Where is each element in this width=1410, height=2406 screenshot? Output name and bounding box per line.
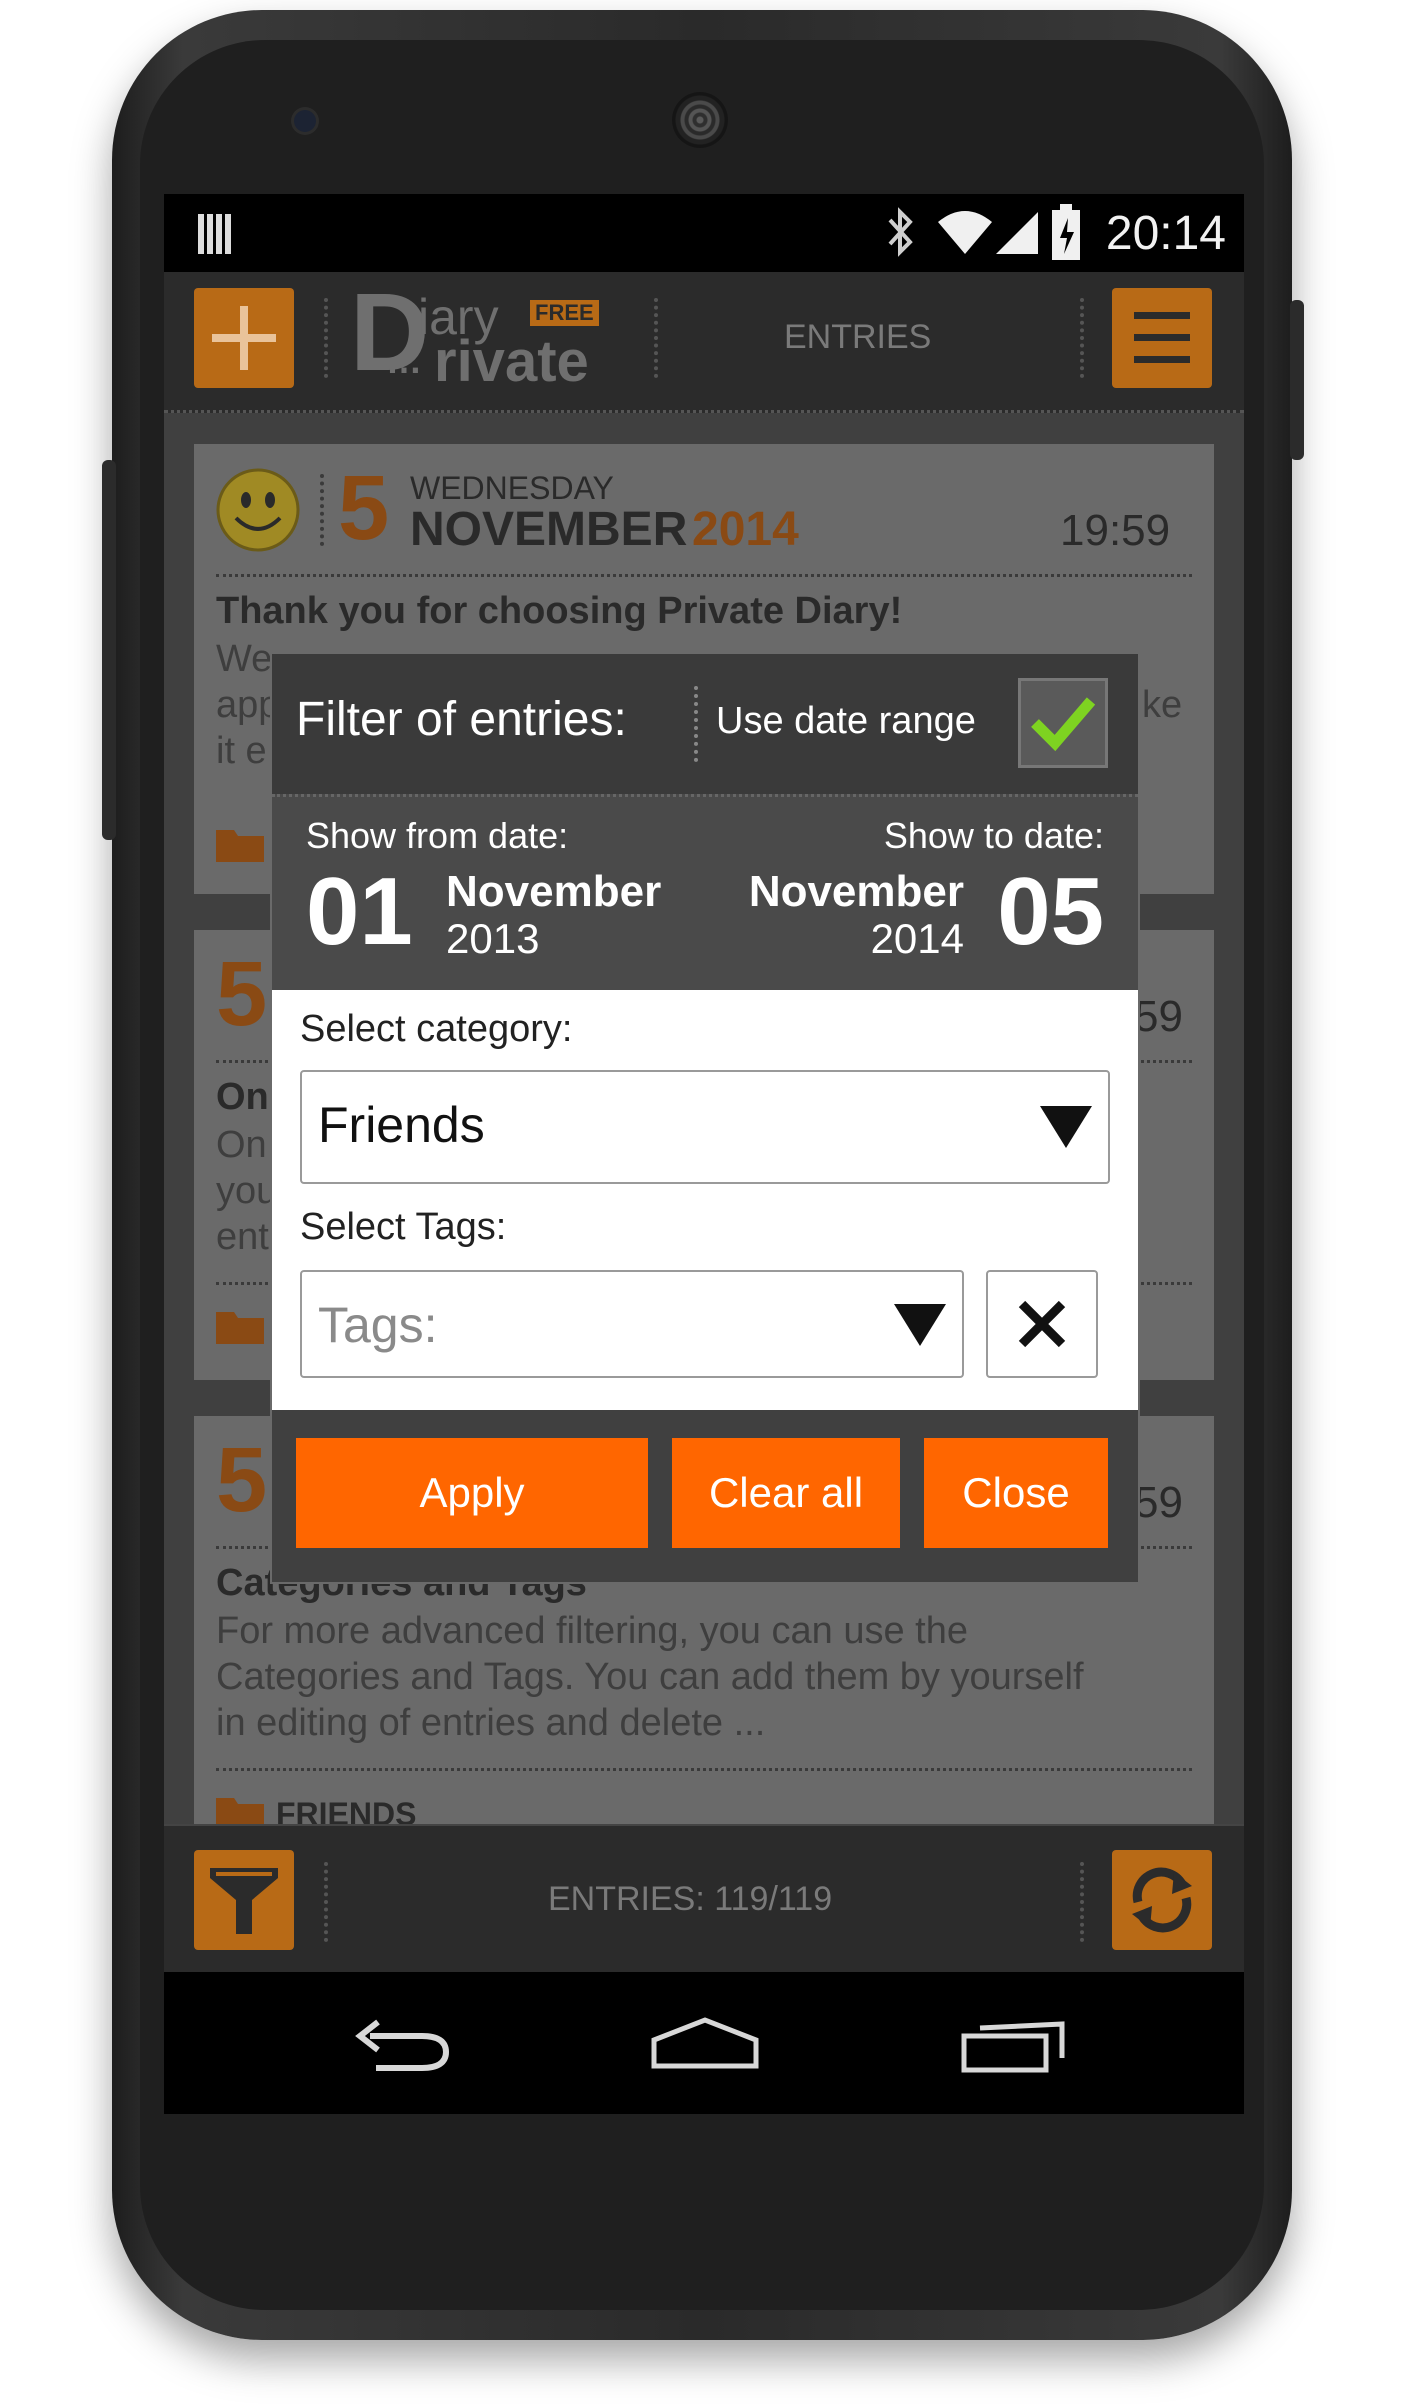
power-button [1290,300,1304,460]
header-title: ENTRIES [784,318,932,356]
clock: 20:14 [1105,207,1226,260]
bottom-divider [1080,1862,1084,1942]
to-month: November [748,867,964,916]
smiley-icon [216,468,300,552]
category-label: Select category: [300,1008,573,1050]
signal-icon [996,212,1038,254]
header-divider [324,298,328,378]
dialog-options: Select category: Friends Select Tags: Ta… [272,990,1138,1410]
entry-body-line: in editing of entries and delete ... [216,1702,766,1744]
entry-body-line: For more advanced filtering, you can use… [216,1610,968,1652]
bottom-divider [324,1862,328,1942]
clear-all-button[interactable]: Clear all [672,1438,900,1548]
date-range-label: Use date range [716,700,976,742]
entry-time: 59 [1134,1478,1183,1527]
entry-body-line: Categories and Tags. You can add them by… [216,1656,1084,1698]
to-date-label: Show to date: [883,815,1104,856]
from-year: 2013 [446,915,540,962]
from-month: November [446,867,662,916]
close-button[interactable]: Close [924,1438,1108,1548]
entry-body-line: ent [216,1216,269,1258]
logo-free-badge: FREE [530,300,599,326]
wifi-icon [938,211,992,254]
bluetooth-icon [888,207,913,257]
checkmark-icon [1031,697,1096,752]
front-camera [294,110,316,132]
status-bar: 20:14 [164,194,1244,272]
clear-tags-button[interactable] [986,1270,1098,1378]
filter-dialog: Filter of entries: Use date range Show f… [270,652,1140,1584]
card-divider [320,474,324,546]
entry-day: 5 [216,1429,268,1531]
card-divider [216,1768,1192,1771]
tags-placeholder: Tags: [318,1297,438,1353]
category-value: Friends [318,1097,485,1153]
folder-icon [216,830,264,862]
entry-title: On [216,1076,269,1118]
logo-text-bottom: rivate [434,329,589,394]
refresh-icon [1132,1867,1192,1933]
folder-icon [216,1312,264,1344]
entry-month: NOVEMBER [410,503,688,556]
entry-title: Thank you for choosing Private Diary! [216,590,903,632]
dropdown-arrow-icon [894,1304,946,1346]
entry-body-line: you [216,1170,278,1212]
tags-select[interactable]: Tags: [300,1270,964,1378]
date-range-panel: Show from date: Show to date: 01 Novembe… [272,794,1138,993]
screen: 20:14 D iary FREE … rivate ENTRIES 5 WED… [164,194,1244,2114]
card-divider [216,574,1192,577]
header-divider [1080,298,1084,378]
entry-day: 5 [338,457,390,559]
app-logo: D iary FREE … rivate [350,278,640,396]
entry-year: 2014 [692,503,799,556]
dialog-divider [694,686,698,762]
entry-body-line: On [216,1124,267,1166]
header-divider [654,298,658,378]
close-icon [1018,1300,1066,1348]
to-day: 05 [997,858,1104,965]
entry-time: 59 [1134,992,1183,1041]
menu-icon [1134,312,1190,363]
dropdown-arrow-icon [1040,1106,1092,1148]
entry-day: 5 [216,943,268,1045]
app-header: D iary FREE … rivate ENTRIES [164,272,1244,413]
from-day: 01 [306,858,413,965]
plus-icon [212,306,276,370]
volume-button [102,460,116,840]
apply-button[interactable]: Apply [296,1438,648,1548]
home-icon[interactable] [650,2016,760,2072]
tags-label: Select Tags: [300,1206,507,1248]
entries-count: ENTRIES: 119/119 [548,1880,833,1918]
filter-icon [210,1868,278,1934]
battery-icon [1052,204,1080,260]
to-year: 2014 [870,915,964,962]
sync-button[interactable] [1112,1850,1212,1950]
dialog-header: Filter of entries: Use date range [272,654,1138,794]
navigation-bar [164,1972,1244,2114]
entry-body-line: it e [216,730,267,772]
earpiece-speaker [672,92,728,148]
notification-icon [198,214,231,254]
dialog-title: Filter of entries: [296,693,627,746]
date-range-checkbox[interactable] [1018,678,1108,768]
from-date-label: Show from date: [306,815,569,856]
bottom-bar: ENTRIES: 119/119 [164,1824,1244,1974]
entry-time: 19:59 [1060,506,1171,555]
category-select[interactable]: Friends [300,1070,1110,1184]
entry-body-line: We [216,638,273,680]
entry-body-line: ke [1142,684,1183,726]
back-icon[interactable] [352,2016,452,2076]
filter-button[interactable] [194,1850,294,1950]
add-entry-button[interactable] [194,288,294,388]
menu-button[interactable] [1112,288,1212,388]
recent-apps-icon[interactable] [960,2014,1070,2074]
